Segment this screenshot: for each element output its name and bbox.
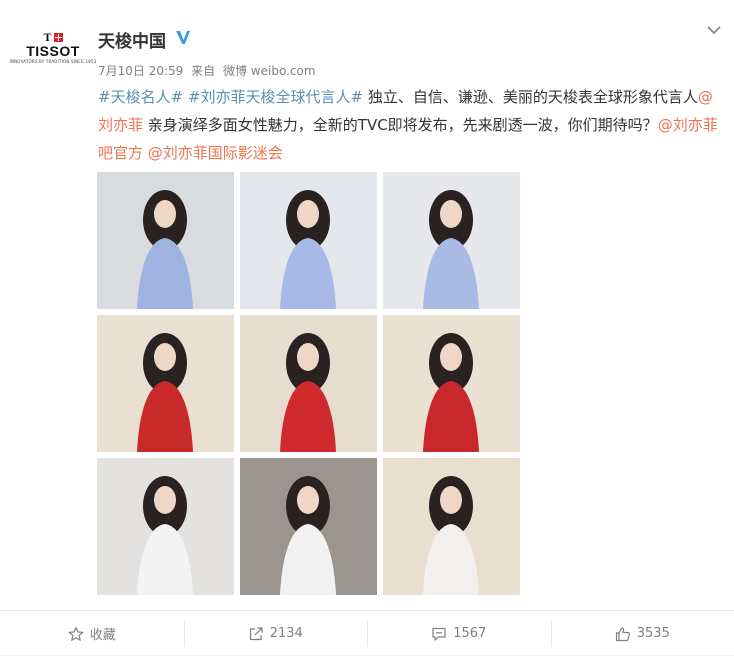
photo-image (240, 458, 377, 595)
photo-image (240, 315, 377, 452)
thumbs-up-icon (615, 626, 631, 642)
photo-image (383, 315, 520, 452)
photo-image (383, 458, 520, 595)
tissot-logo-mark: T (43, 31, 62, 43)
photo-9-white-shirt-hands[interactable] (383, 458, 520, 595)
photo-image (97, 315, 234, 452)
tissot-logo-text: TISSOT (26, 43, 80, 59)
repost-count: 2134 (270, 626, 303, 641)
repost-icon (248, 626, 264, 642)
author-name[interactable]: 天梭中国 (98, 27, 166, 52)
weibo-post-card: T TISSOT INNOVATORS BY TRADITION SINCE 1… (0, 0, 734, 655)
repost-button[interactable]: 2134 (184, 619, 368, 649)
post-source[interactable]: 微博 weibo.com (223, 64, 316, 78)
chevron-down-icon[interactable] (706, 22, 722, 38)
photo-4-red-jacket-standing[interactable] (97, 315, 234, 452)
post-body-text: 亲身演绎多面女性魅力，全新的TVC即将发布，先来剧透一波，你们期待吗？ (143, 116, 658, 134)
photo-8-white-shirt-table[interactable] (240, 458, 377, 595)
photo-7-white-shirt-wall[interactable] (97, 458, 234, 595)
photo-image (240, 172, 377, 309)
post-meta: 7月10日 20:59 来自 微博 weibo.com (98, 62, 316, 79)
photo-image (97, 458, 234, 595)
favorite-button[interactable]: 收藏 (0, 619, 184, 649)
photo-3-blue-gown-closeup[interactable] (383, 172, 520, 309)
post-body-text: 独立、自信、谦逊、美丽的天梭表全球形象代言人 (363, 88, 698, 106)
photo-1-blue-gown-standing[interactable] (97, 172, 234, 309)
photo-6-red-jacket-shoulder[interactable] (383, 315, 520, 452)
favorite-label: 收藏 (90, 624, 116, 643)
source-prefix: 来自 (191, 64, 215, 78)
author-avatar[interactable]: T TISSOT INNOVATORS BY TRADITION SINCE 1… (20, 26, 86, 70)
swiss-cross-icon (54, 33, 63, 42)
star-icon (68, 626, 84, 642)
mention-link[interactable]: @刘亦菲国际影迷会 (148, 144, 283, 162)
photo-image (97, 172, 234, 309)
hashtag-link[interactable]: #天梭名人# (98, 88, 183, 106)
photo-image (383, 172, 520, 309)
tissot-logo-tagline: INNOVATORS BY TRADITION SINCE 1853 (10, 59, 97, 65)
logo-mark-letter: T (43, 31, 51, 43)
comment-button[interactable]: 1567 (367, 619, 551, 649)
action-bar: 收藏 2134 1567 3535 (0, 610, 734, 656)
photo-2-blue-gown-reclining[interactable] (240, 172, 377, 309)
post-timestamp[interactable]: 7月10日 20:59 (98, 64, 183, 78)
image-grid (97, 172, 521, 596)
photo-5-red-jacket-studio[interactable] (240, 315, 377, 452)
comment-count: 1567 (453, 626, 486, 641)
verified-badge-icon (175, 29, 191, 45)
hashtag-link[interactable]: #刘亦菲天梭全球代言人# (188, 88, 363, 106)
post-text: #天梭名人# #刘亦菲天梭全球代言人# 独立、自信、谦逊、美丽的天梭表全球形象代… (98, 83, 718, 167)
comment-icon (431, 626, 447, 642)
like-count: 3535 (637, 626, 670, 641)
like-button[interactable]: 3535 (551, 619, 734, 649)
